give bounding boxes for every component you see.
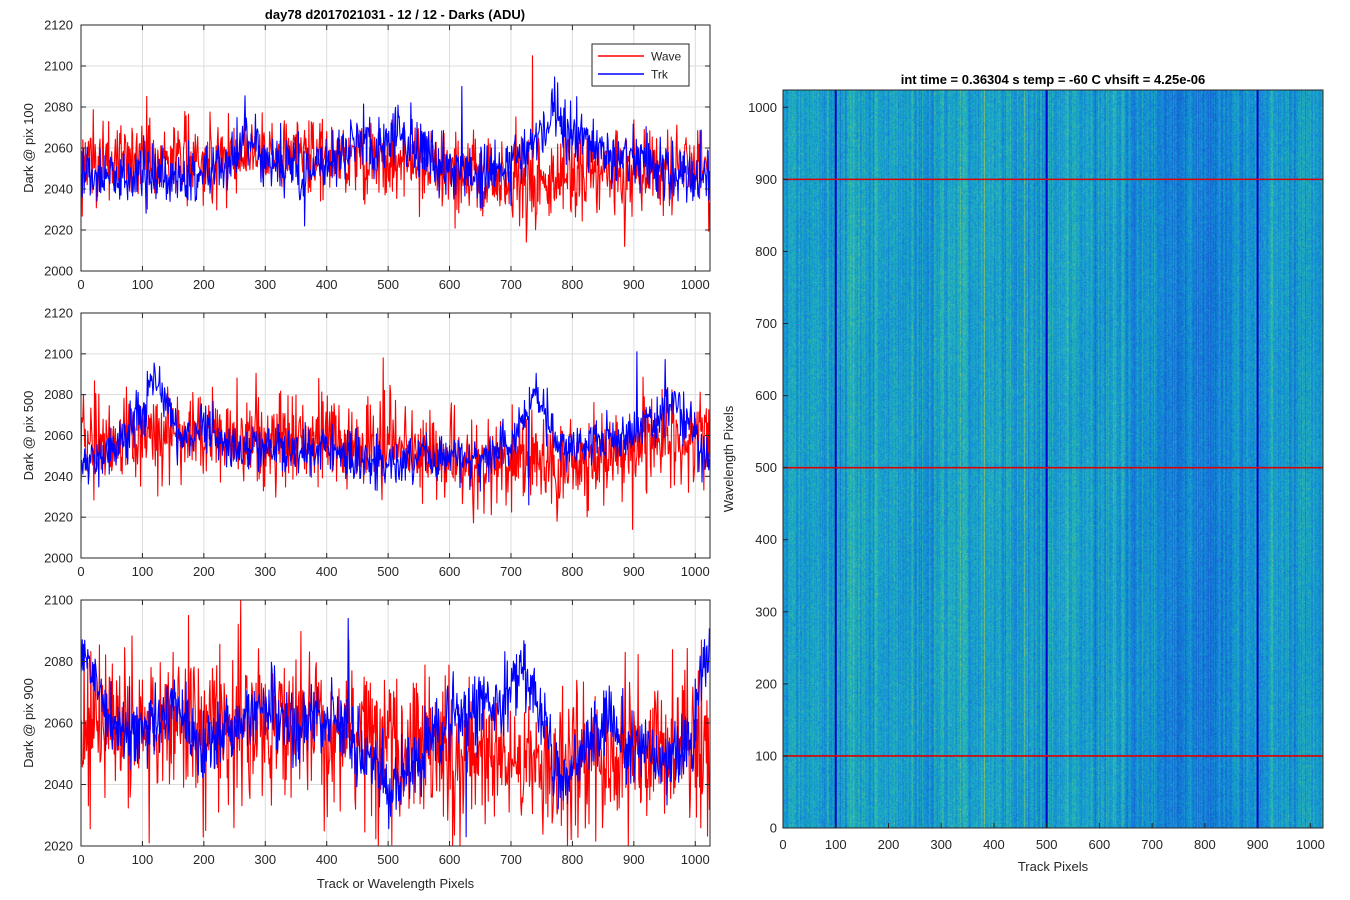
x-tick-label: 200 <box>193 852 215 867</box>
y-tick-label: 2020 <box>44 510 73 525</box>
y-tick-label: 2080 <box>44 654 73 669</box>
x-tick-label: 0 <box>77 277 84 292</box>
y-axis-label: Dark @ pix 100 <box>21 103 36 193</box>
x-tick-label: 300 <box>254 564 276 579</box>
y-tick-label: 2040 <box>44 469 73 484</box>
line-panel-pix-500: 0 100 200 300 400 500 600 700 800 900 1000 2000 2020… <box>21 306 711 579</box>
heatmap-title: int time = 0.36304 s temp = -60 C vhsift… <box>901 72 1206 87</box>
y-tick-label: 0 <box>770 821 777 836</box>
y-tick-label: 2000 <box>44 264 73 279</box>
y-tick-label: 2060 <box>44 428 73 443</box>
y-tick-label: 800 <box>755 244 777 259</box>
y-tick-label: 300 <box>755 604 777 619</box>
y-axis-label: Wavelength Pixels <box>721 405 736 512</box>
x-tick-label: 0 <box>77 564 84 579</box>
x-tick-label: 0 <box>779 837 786 852</box>
x-tick-label: 800 <box>1194 837 1216 852</box>
x-tick-label: 1000 <box>681 564 710 579</box>
y-tick-label: 900 <box>755 172 777 187</box>
x-tick-label: 0 <box>77 852 84 867</box>
x-tick-label: 700 <box>500 852 522 867</box>
y-tick-label: 2040 <box>44 182 73 197</box>
x-tick-label: 800 <box>562 852 584 867</box>
x-tick-label: 600 <box>439 277 461 292</box>
y-tick-label: 500 <box>755 460 777 475</box>
x-tick-label: 400 <box>316 564 338 579</box>
x-axis-label: Track or Wavelength Pixels <box>317 876 475 891</box>
y-tick-label: 100 <box>755 748 777 763</box>
y-tick-label: 700 <box>755 316 777 331</box>
x-tick-label: 400 <box>316 277 338 292</box>
y-tick-label: 2120 <box>44 306 73 321</box>
x-tick-label: 900 <box>623 277 645 292</box>
x-tick-label: 100 <box>132 277 154 292</box>
y-tick-label: 2100 <box>44 59 73 74</box>
x-tick-label: 300 <box>930 837 952 852</box>
x-tick-label: 500 <box>377 852 399 867</box>
x-tick-label: 800 <box>562 277 584 292</box>
y-tick-label: 2080 <box>44 387 73 402</box>
x-tick-label: 500 <box>377 564 399 579</box>
x-tick-label: 400 <box>316 852 338 867</box>
x-tick-label: 700 <box>1141 837 1163 852</box>
x-tick-label: 600 <box>1089 837 1111 852</box>
y-tick-label: 2020 <box>44 839 73 854</box>
x-tick-label: 900 <box>623 564 645 579</box>
y-tick-label: 2120 <box>44 18 73 33</box>
figure-canvas: day78 d2017021031 - 12 / 12 - Darks (ADU… <box>21 7 1325 891</box>
x-tick-label: 1000 <box>681 277 710 292</box>
y-tick-label: 2000 <box>44 551 73 566</box>
legend-label-trk: Trk <box>651 68 669 82</box>
y-tick-label: 600 <box>755 388 777 403</box>
x-tick-label: 200 <box>878 837 900 852</box>
x-tick-label: 300 <box>254 277 276 292</box>
y-tick-label: 400 <box>755 532 777 547</box>
x-tick-label: 500 <box>1036 837 1058 852</box>
line-panel-pix-100: 0 100 200 300 400 500 600 700 800 900 1000 2000 2020… <box>21 18 711 292</box>
x-tick-label: 100 <box>132 852 154 867</box>
y-axis-label: Dark @ pix 900 <box>21 678 36 768</box>
x-tick-label: 200 <box>193 277 215 292</box>
x-tick-label: 900 <box>623 852 645 867</box>
x-tick-label: 600 <box>439 852 461 867</box>
x-tick-label: 1000 <box>1296 837 1325 852</box>
y-tick-label: 2060 <box>44 141 73 156</box>
x-tick-label: 300 <box>254 852 276 867</box>
figure-title: day78 d2017021031 - 12 / 12 - Darks (ADU… <box>265 7 525 22</box>
x-axis-label: Track Pixels <box>1018 859 1089 874</box>
x-tick-label: 800 <box>562 564 584 579</box>
y-axis-label: Dark @ pix 500 <box>21 391 36 481</box>
x-tick-label: 600 <box>439 564 461 579</box>
heatmap-image <box>783 90 1323 828</box>
y-tick-label: 2040 <box>44 777 73 792</box>
y-tick-label: 1000 <box>748 100 777 115</box>
y-tick-label: 2100 <box>44 593 73 608</box>
x-tick-label: 100 <box>132 564 154 579</box>
x-tick-label: 100 <box>825 837 847 852</box>
y-tick-label: 200 <box>755 676 777 691</box>
x-tick-label: 200 <box>193 564 215 579</box>
x-tick-label: 700 <box>500 564 522 579</box>
line-panel-pix-900: 0 100 200 300 400 500 600 700 800 900 1000 2020 2040… <box>21 593 711 891</box>
y-tick-label: 2060 <box>44 716 73 731</box>
x-tick-label: 500 <box>377 277 399 292</box>
legend-label-wave: Wave <box>651 50 682 64</box>
x-tick-label: 1000 <box>681 852 710 867</box>
x-tick-label: 400 <box>983 837 1005 852</box>
x-tick-label: 700 <box>500 277 522 292</box>
legend: Wave Trk <box>591 43 690 87</box>
x-tick-label: 900 <box>1247 837 1269 852</box>
y-tick-label: 2020 <box>44 223 73 238</box>
y-tick-label: 2080 <box>44 100 73 115</box>
y-tick-label: 2100 <box>44 346 73 361</box>
heatmap-panel: 0 100 200 300 400 500 600 700 800 900 1000 0 100 200 3… <box>721 72 1325 874</box>
